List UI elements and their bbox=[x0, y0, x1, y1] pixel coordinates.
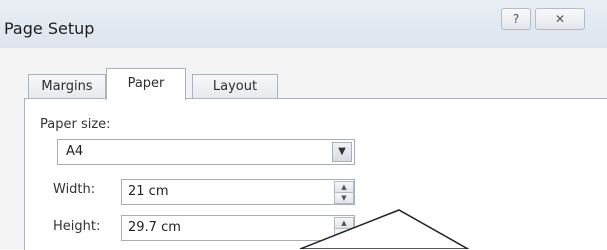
tab-paper[interactable]: Paper bbox=[106, 68, 186, 100]
help-button[interactable]: ? bbox=[501, 8, 531, 30]
width-label: Width: bbox=[53, 182, 96, 197]
paper-size-label: Paper size: bbox=[40, 117, 111, 132]
width-value: 21 cm bbox=[128, 184, 169, 199]
height-value: 29.7 cm bbox=[128, 220, 181, 235]
paper-size-value: A4 bbox=[66, 144, 84, 159]
tab-layout[interactable]: Layout bbox=[192, 74, 278, 99]
tab-margins[interactable]: Margins bbox=[28, 74, 106, 99]
height-label: Height: bbox=[53, 219, 101, 234]
dialog-title: Page Setup bbox=[4, 19, 95, 38]
title-bar: Page Setup ? ✕ bbox=[0, 0, 607, 48]
page-setup-dialog: Page Setup ? ✕ Margins Paper Layout Pape… bbox=[0, 0, 607, 250]
chevron-down-icon[interactable]: ▼ bbox=[332, 142, 352, 162]
close-button[interactable]: ✕ bbox=[535, 8, 585, 30]
callout-shape bbox=[300, 209, 470, 249]
close-icon: ✕ bbox=[554, 12, 566, 26]
help-icon: ? bbox=[512, 12, 520, 26]
